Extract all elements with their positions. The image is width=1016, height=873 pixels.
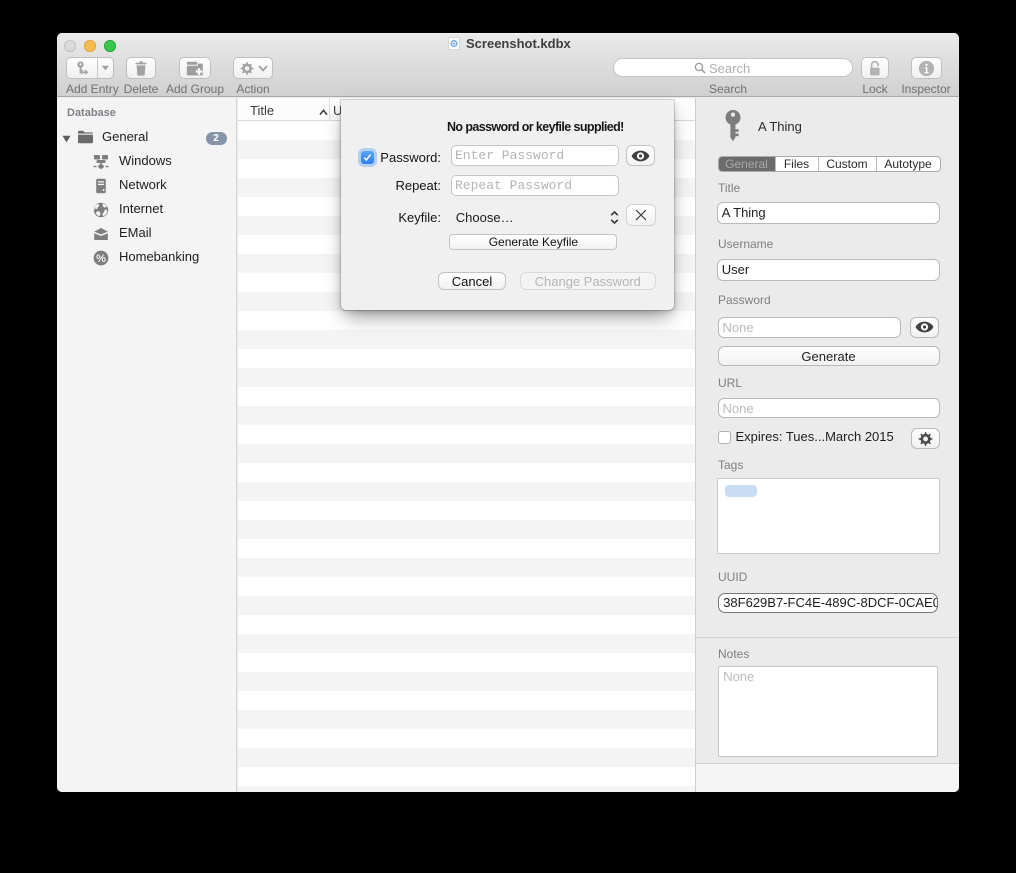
svg-text:%: % [96, 253, 106, 265]
